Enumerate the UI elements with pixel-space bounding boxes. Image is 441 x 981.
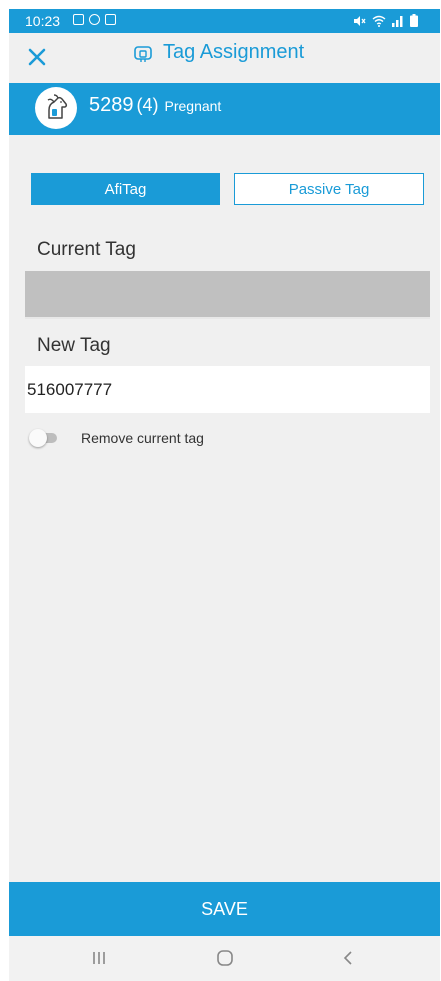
- status-badge: Pregnant: [164, 98, 222, 114]
- tab-afitag[interactable]: AfiTag: [31, 173, 220, 205]
- status-time: 10:23: [25, 13, 61, 29]
- mail-icon: [105, 14, 116, 25]
- toggle-knob: [29, 429, 47, 447]
- current-tag-label: Current Tag: [37, 239, 136, 260]
- avatar: [35, 87, 77, 129]
- app-header: Tag Assignment: [9, 33, 440, 83]
- remove-tag-label: Remove current tag: [81, 430, 204, 446]
- lactation-number: (4): [136, 95, 159, 115]
- remove-tag-toggle[interactable]: [29, 429, 57, 447]
- animal-summary: 5289 (4) Pregnant: [89, 94, 221, 117]
- cow-icon: [47, 94, 68, 119]
- gallery-icon: [73, 14, 84, 25]
- wifi-icon: [372, 15, 386, 27]
- status-bar: 10:23: [9, 9, 440, 33]
- close-icon: [28, 48, 46, 66]
- battery-icon: [410, 14, 418, 27]
- animal-number: 5289: [89, 94, 134, 116]
- status-system-icons: [353, 14, 418, 27]
- current-tag-field: [25, 271, 430, 319]
- save-button[interactable]: SAVE: [9, 882, 440, 936]
- animal-info-bar: 5289 (4) Pregnant: [9, 83, 440, 135]
- page-title: Tag Assignment: [163, 41, 305, 63]
- home-button[interactable]: [215, 947, 235, 974]
- back-icon: [343, 951, 352, 965]
- tag-icon: [134, 45, 152, 62]
- new-tag-input[interactable]: [25, 366, 430, 413]
- close-button[interactable]: [25, 45, 49, 69]
- home-icon: [217, 950, 233, 966]
- signal-icon: [392, 16, 403, 27]
- remove-tag-toggle-row: Remove current tag: [29, 429, 204, 447]
- mute-icon: [354, 16, 366, 26]
- header-title-group: Tag Assignment: [133, 41, 304, 64]
- at-sign-icon: [89, 14, 100, 25]
- back-button[interactable]: [341, 947, 355, 974]
- new-tag-label: New Tag: [37, 335, 111, 356]
- system-nav-bar: [9, 936, 440, 981]
- phone-screen: 10:23 Tag Assignment 5289 (4) Pregnant A…: [9, 9, 440, 981]
- recent-apps-button[interactable]: [91, 947, 107, 974]
- tab-passive-tag[interactable]: Passive Tag: [234, 173, 424, 205]
- recent-apps-icon: [93, 952, 105, 964]
- status-notification-icons: [73, 14, 116, 25]
